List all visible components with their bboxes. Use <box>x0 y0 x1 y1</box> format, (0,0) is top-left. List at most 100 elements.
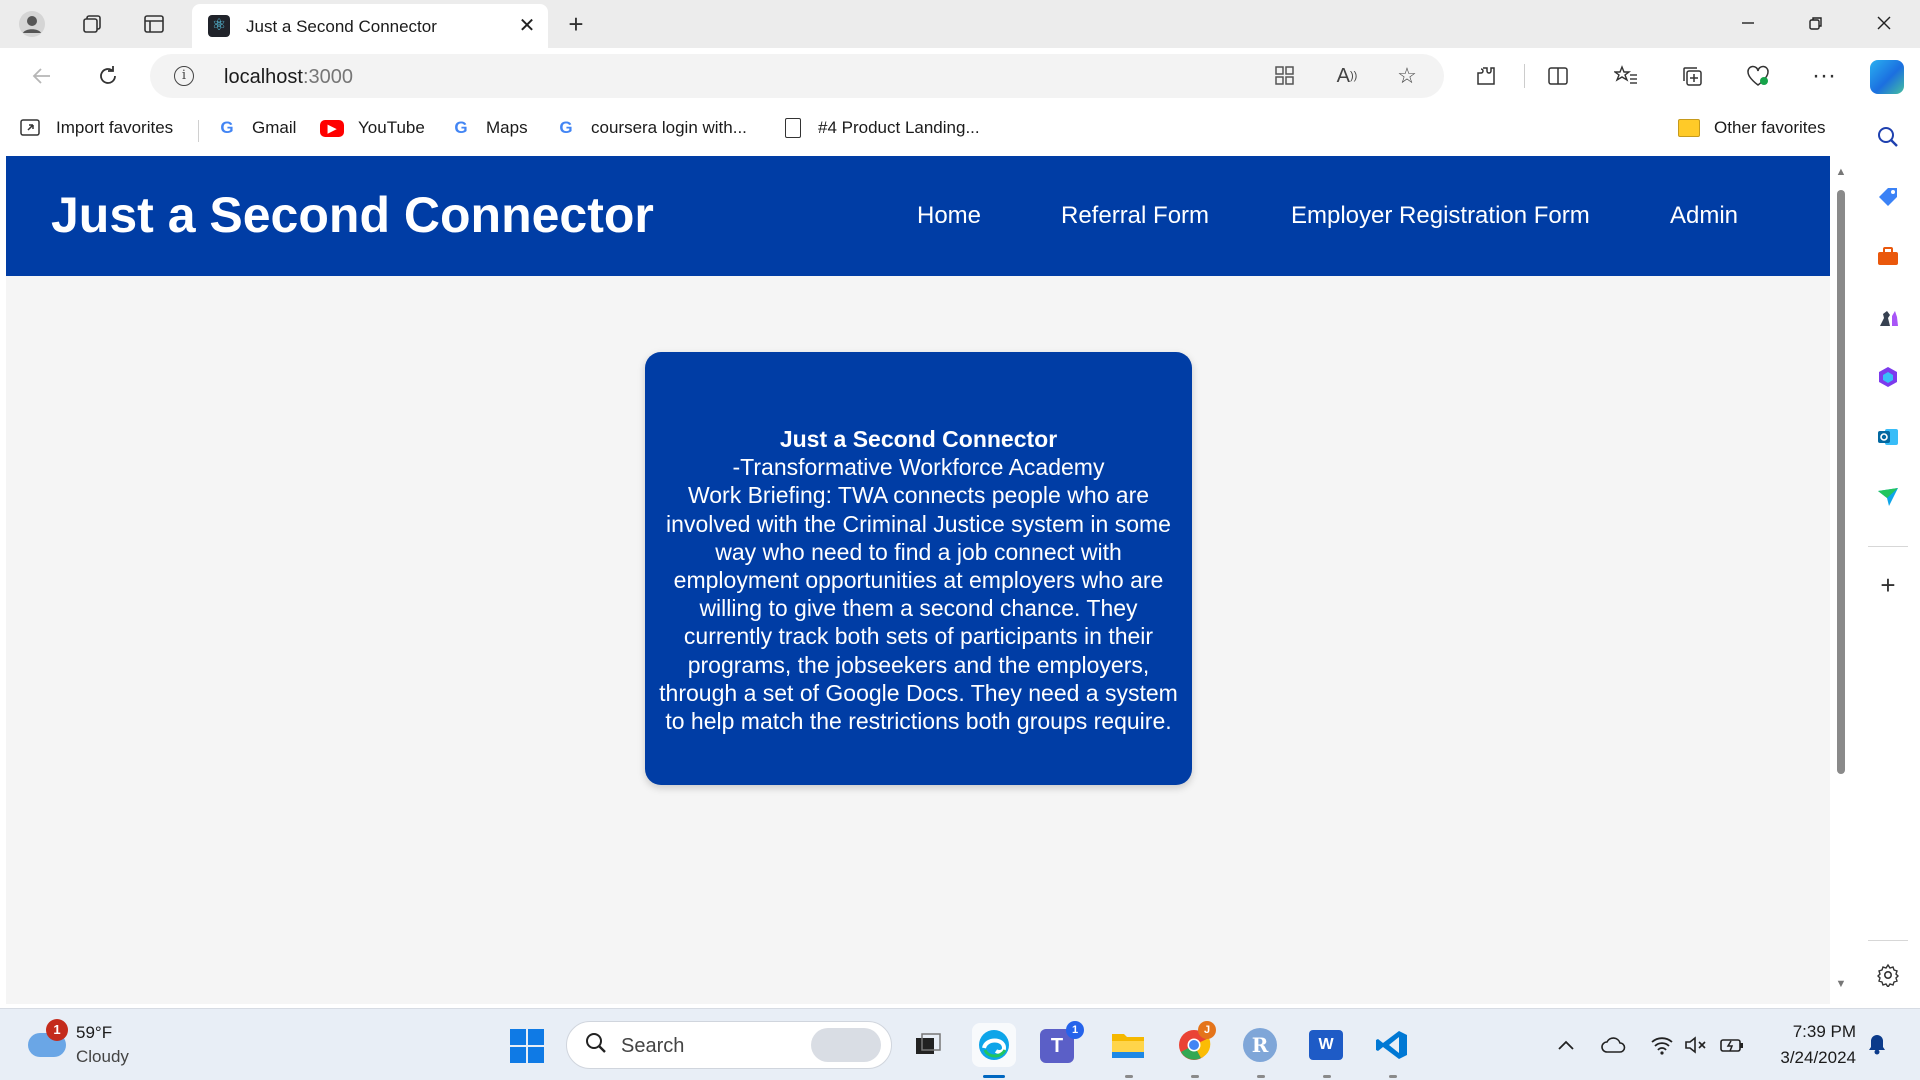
scroll-up-icon[interactable]: ▲ <box>1835 166 1847 178</box>
clock-time[interactable]: 7:39 PM <box>1790 1022 1856 1042</box>
favorite-youtube[interactable]: ▶ YouTube <box>320 116 425 140</box>
teams-badge: 1 <box>1066 1021 1084 1039</box>
notification-bell-icon[interactable] <box>1864 1031 1890 1057</box>
favorites-icon[interactable] <box>1608 58 1644 94</box>
address-bar[interactable]: i localhost:3000 A)) ☆ <box>150 54 1444 98</box>
active-app-indicator <box>983 1075 1005 1078</box>
favorite-label: coursera login with... <box>591 118 747 137</box>
new-tab-icon[interactable]: + <box>560 8 592 40</box>
browser-toolbar: i localhost:3000 A)) ☆ ··· <box>0 48 1920 104</box>
r-app-icon[interactable]: R <box>1238 1023 1282 1067</box>
browser-tab[interactable]: ⚛ Just a Second Connector ✕ <box>192 4 548 48</box>
more-options-icon[interactable]: ··· <box>1806 58 1842 94</box>
outlook-icon[interactable] <box>1873 422 1903 452</box>
games-icon[interactable] <box>1873 302 1903 332</box>
app-header: Just a Second Connector Home Referral Fo… <box>6 156 1830 276</box>
tab-title: Just a Second Connector <box>246 17 437 36</box>
google-icon: G <box>220 118 234 137</box>
search-icon[interactable] <box>1873 122 1903 152</box>
favorite-label: Gmail <box>252 118 297 137</box>
restore-icon[interactable] <box>1788 0 1844 46</box>
start-windows-icon[interactable] <box>510 1029 544 1063</box>
tools-icon[interactable] <box>1873 242 1903 272</box>
weather-temp[interactable]: 59°F <box>76 1023 112 1043</box>
taskbar-search[interactable]: Search <box>566 1021 892 1069</box>
nav-link-admin[interactable]: Admin <box>1670 202 1738 230</box>
favorite-other[interactable]: Other favorites <box>1678 116 1826 140</box>
url-port: :3000 <box>302 66 353 88</box>
nav-link-referral-form[interactable]: Referral Form <box>1061 202 1209 230</box>
favorite-label: Import favorites <box>56 118 174 137</box>
file-explorer-icon[interactable] <box>1106 1023 1150 1067</box>
favorite-gmail[interactable]: G Gmail <box>216 116 296 140</box>
google-icon: G <box>559 118 573 137</box>
url-text[interactable]: localhost:3000 <box>224 66 353 89</box>
copilot-icon[interactable] <box>1870 60 1904 94</box>
close-tab-icon[interactable]: ✕ <box>514 12 540 38</box>
word-label: W <box>1309 1030 1343 1060</box>
folder-icon <box>1678 117 1700 139</box>
toolbar-divider <box>1524 64 1525 88</box>
scroll-down-icon[interactable]: ▼ <box>1835 978 1847 990</box>
workspaces-icon[interactable] <box>76 8 108 40</box>
weather-badge: 1 <box>46 1019 68 1041</box>
favorite-label: Other favorites <box>1714 118 1826 137</box>
card-subtitle: -Transformative Workforce Academy <box>732 454 1105 481</box>
task-view-icon[interactable] <box>906 1023 950 1067</box>
vscode-icon[interactable] <box>1370 1023 1414 1067</box>
profile-icon[interactable] <box>16 8 48 40</box>
send-icon[interactable] <box>1873 482 1903 512</box>
shopping-tag-icon[interactable] <box>1873 182 1903 212</box>
page-viewport: Just a Second Connector Home Referral Fo… <box>6 156 1830 1004</box>
battery-charging-icon[interactable] <box>1718 1033 1746 1057</box>
refresh-icon[interactable] <box>90 58 126 94</box>
weather-condition[interactable]: Cloudy <box>76 1047 129 1067</box>
split-screen-icon[interactable] <box>1540 58 1576 94</box>
sidebar-divider <box>1868 940 1908 941</box>
read-aloud-icon[interactable]: A)) <box>1332 61 1362 91</box>
wifi-icon[interactable] <box>1648 1033 1676 1057</box>
settings-gear-icon[interactable] <box>1873 960 1903 990</box>
chevron-up-icon[interactable] <box>1552 1033 1580 1057</box>
collections-icon[interactable] <box>1674 58 1710 94</box>
app-indicator <box>1389 1075 1397 1078</box>
site-title[interactable]: Just a Second Connector <box>51 186 654 244</box>
chrome-profile-badge: J <box>1198 1021 1216 1039</box>
favorite-label: #4 Product Landing... <box>818 118 980 137</box>
url-host: localhost <box>224 66 303 88</box>
favorite-product-landing[interactable]: #4 Product Landing... <box>782 116 980 140</box>
search-placeholder: Search <box>621 1035 685 1057</box>
favorites-bar: Import favorites G Gmail ▶ YouTube G Map… <box>0 104 1868 152</box>
site-info-icon[interactable]: i <box>174 66 194 86</box>
card-title: Just a Second Connector <box>779 426 1058 452</box>
react-icon: ⚛ <box>208 15 230 37</box>
app-available-icon[interactable] <box>1270 61 1300 91</box>
add-icon[interactable]: + <box>1873 570 1903 600</box>
favorite-star-icon[interactable]: ☆ <box>1392 61 1422 91</box>
word-icon[interactable]: W <box>1304 1023 1348 1067</box>
clock-date[interactable]: 3/24/2024 <box>1770 1048 1856 1068</box>
page-scrollbar[interactable]: ▲ ▼ <box>1830 156 1852 1004</box>
favorite-coursera[interactable]: G coursera login with... <box>555 116 747 140</box>
browser-essentials-icon[interactable] <box>1740 58 1776 94</box>
page-icon <box>782 117 804 139</box>
nav-link-employer-registration-form[interactable]: Employer Registration Form <box>1291 202 1590 230</box>
scroll-thumb[interactable] <box>1837 190 1845 774</box>
microsoft-365-icon[interactable] <box>1873 362 1903 392</box>
edge-browser-icon[interactable] <box>972 1023 1016 1067</box>
app-indicator <box>1191 1075 1199 1078</box>
youtube-icon: ▶ <box>320 119 344 137</box>
close-window-icon[interactable] <box>1856 0 1912 46</box>
info-card: Just a Second Connector -Transformative … <box>645 352 1192 785</box>
tab-actions-icon[interactable] <box>138 8 170 40</box>
back-icon[interactable] <box>24 58 60 94</box>
google-icon: G <box>454 118 468 137</box>
onedrive-cloud-icon[interactable] <box>1600 1033 1628 1057</box>
minimize-icon[interactable] <box>1720 0 1776 46</box>
favorite-import[interactable]: Import favorites <box>20 116 173 140</box>
edge-sidebar: + <box>1856 104 1920 1008</box>
volume-muted-icon[interactable] <box>1682 1033 1710 1057</box>
favorite-maps[interactable]: G Maps <box>450 116 527 140</box>
extensions-icon[interactable] <box>1468 58 1504 94</box>
nav-link-home[interactable]: Home <box>917 202 981 230</box>
